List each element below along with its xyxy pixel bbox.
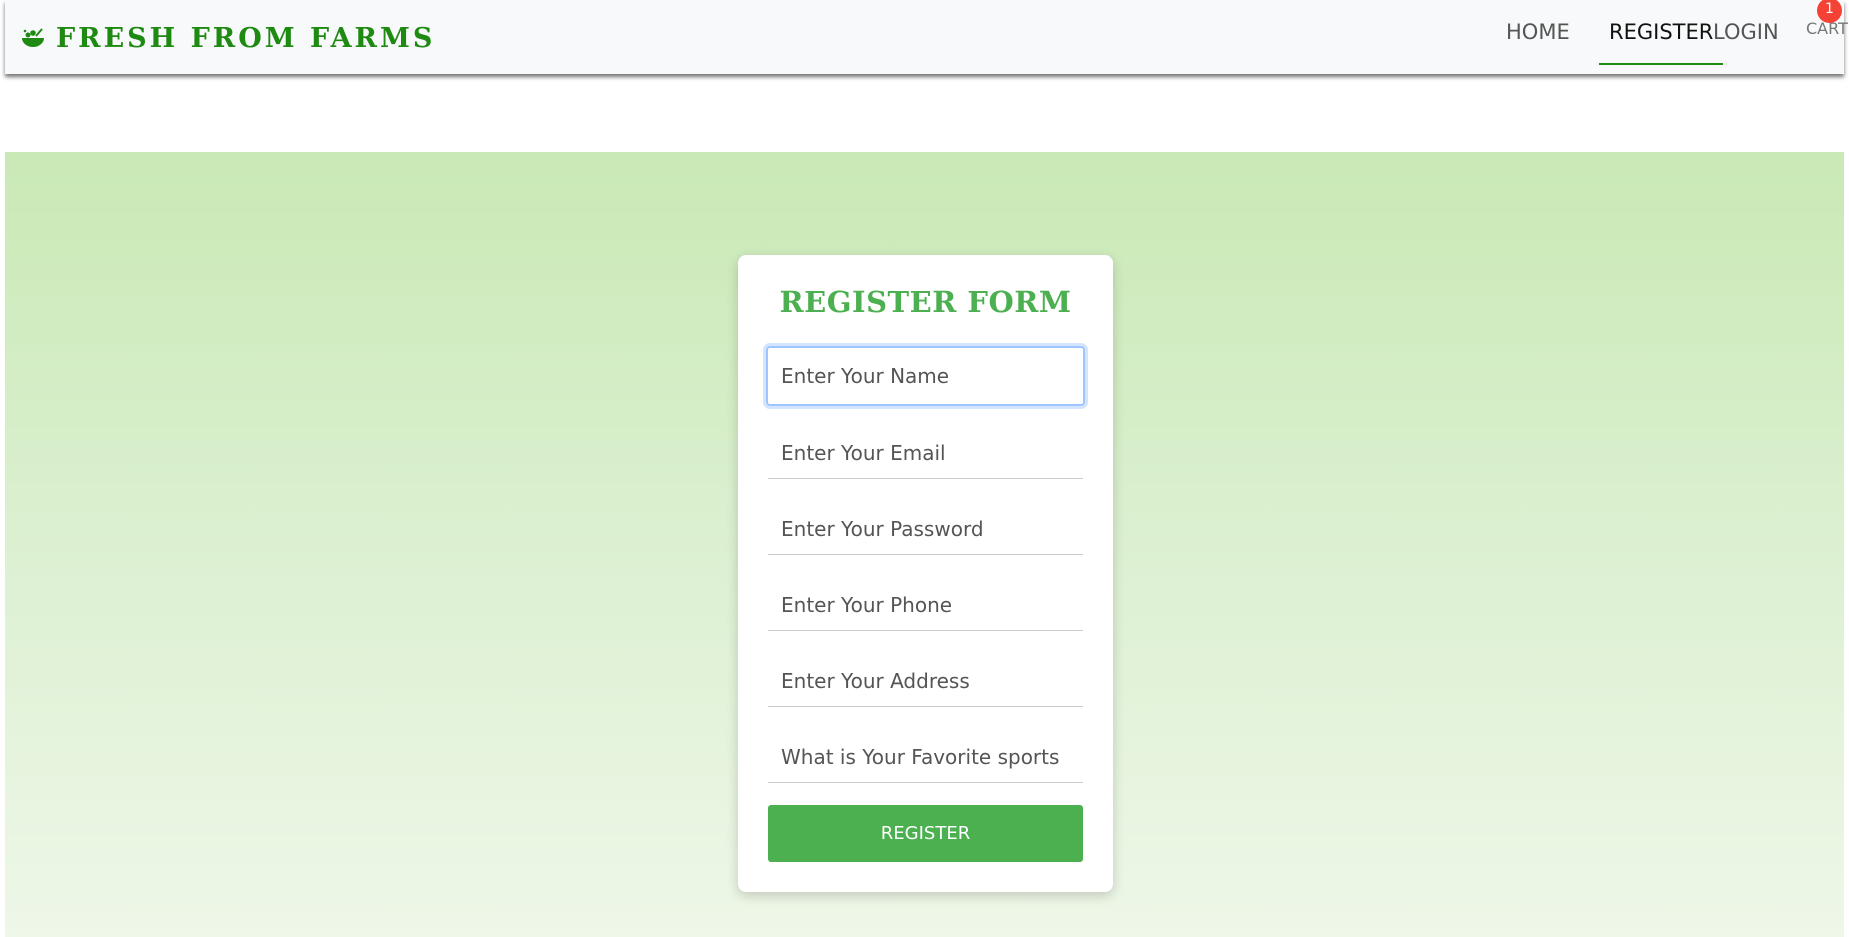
page: FRESH FROM FARMS HOME REGISTER LOGIN CAR…	[5, 0, 1848, 937]
email-input[interactable]	[768, 427, 1083, 479]
nav-login-link[interactable]: LOGIN	[1713, 20, 1779, 44]
name-input[interactable]	[766, 346, 1085, 406]
register-form-card: REGISTER FORM REGISTER	[738, 255, 1113, 892]
nav-register-link[interactable]: REGISTER	[1599, 20, 1724, 65]
favorite-sports-input[interactable]	[768, 731, 1083, 783]
salad-bowl-icon	[20, 25, 46, 51]
register-button[interactable]: REGISTER	[768, 805, 1083, 862]
form-title: REGISTER FORM	[779, 285, 1072, 319]
brand[interactable]: FRESH FROM FARMS	[20, 20, 435, 56]
navbar: FRESH FROM FARMS HOME REGISTER LOGIN CAR…	[5, 0, 1848, 74]
address-input[interactable]	[768, 655, 1083, 707]
nav-home-link[interactable]: HOME	[1506, 20, 1570, 44]
phone-input[interactable]	[768, 579, 1083, 631]
brand-name: FRESH FROM FARMS	[56, 22, 436, 54]
password-input[interactable]	[768, 503, 1083, 555]
